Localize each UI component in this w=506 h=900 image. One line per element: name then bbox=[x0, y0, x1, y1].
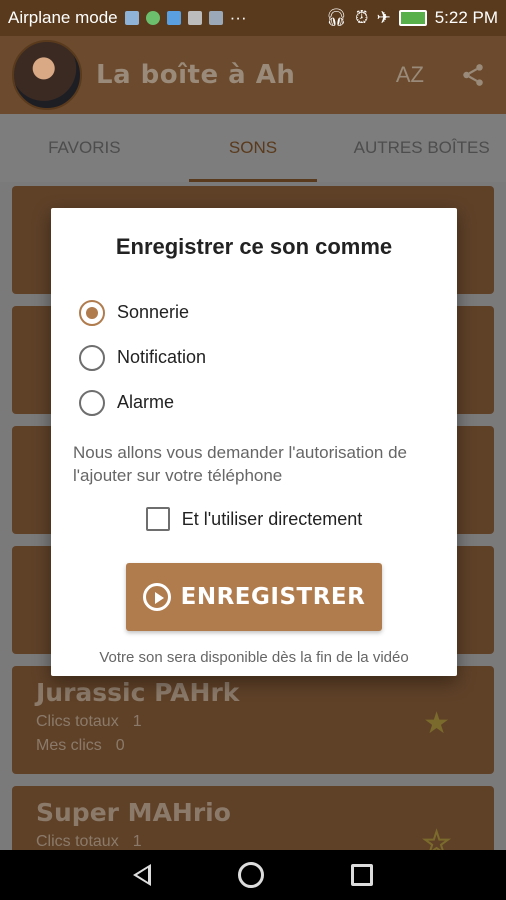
radio-option-sonnerie[interactable]: Sonnerie bbox=[73, 290, 435, 335]
avatar bbox=[12, 40, 82, 110]
battery-icon bbox=[398, 10, 427, 26]
use-directly-checkbox-row[interactable]: Et l'utiliser directement bbox=[73, 507, 435, 531]
back-icon[interactable] bbox=[133, 864, 152, 886]
tab-sons[interactable]: SONS bbox=[169, 114, 338, 182]
list-item[interactable]: Jurassic PAHrk Clics totaux 1 Mes clics … bbox=[12, 666, 494, 774]
image-icon bbox=[208, 11, 223, 25]
app-actions: AZ bbox=[396, 62, 494, 88]
radio-option-notification[interactable]: Notification bbox=[73, 335, 435, 380]
permission-info-text: Nous allons vous demander l'autorisation… bbox=[73, 443, 407, 485]
sound-title: Jurassic PAHrk bbox=[36, 678, 240, 707]
star-filled-icon[interactable]: ★ bbox=[423, 706, 450, 741]
usb-icon bbox=[166, 11, 181, 25]
radio-button[interactable] bbox=[79, 344, 105, 371]
recents-icon[interactable] bbox=[350, 864, 373, 886]
tab-bar: FAVORIS SONS AUTRES BOÎTES bbox=[0, 114, 506, 182]
total-clicks-value: 1 bbox=[132, 713, 142, 730]
checkbox-label: Et l'utiliser directement bbox=[181, 508, 363, 529]
sort-az-icon[interactable]: AZ bbox=[396, 62, 424, 88]
use-directly-checkbox[interactable] bbox=[145, 507, 170, 531]
my-clicks-label: Mes clics bbox=[36, 737, 102, 754]
share-icon[interactable] bbox=[460, 62, 486, 88]
radio-option-alarme[interactable]: Alarme bbox=[73, 380, 435, 425]
status-bar: Airplane mode ··· 🎧︎ ⏰︎ ✈︎ 5:22 PM bbox=[0, 0, 506, 36]
total-clicks-label: Clics totaux bbox=[36, 833, 119, 850]
availability-note: Votre son sera disponible dès la fin de … bbox=[99, 649, 409, 666]
time: 5:22 PM bbox=[434, 8, 498, 27]
airplane-mode-text: Airplane mode bbox=[8, 8, 118, 27]
total-clicks-label: Clics totaux bbox=[36, 713, 119, 730]
status-left: Airplane mode ··· bbox=[8, 8, 247, 28]
airplane-icon: ✈︎ bbox=[376, 8, 391, 27]
photo-icon bbox=[124, 11, 139, 25]
my-clicks-value: 0 bbox=[115, 737, 125, 754]
app-bar: La boîte à Ah AZ bbox=[0, 36, 506, 114]
save-button-label: ENREGISTRER bbox=[180, 584, 366, 610]
dialog-title: Enregistrer ce son comme bbox=[115, 234, 393, 259]
home-icon[interactable] bbox=[237, 862, 264, 888]
navigation-bar bbox=[0, 850, 506, 900]
download-icon bbox=[187, 11, 202, 25]
status-right: 🎧︎ ⏰︎ ✈︎ 5:22 PM bbox=[326, 8, 498, 28]
my-clicks: Mes clics 0 bbox=[36, 737, 470, 755]
radio-button[interactable] bbox=[79, 299, 105, 326]
save-sound-dialog: Enregistrer ce son comme Sonnerie Notifi… bbox=[51, 208, 457, 676]
total-clicks: Clics totaux 1 bbox=[36, 833, 470, 851]
total-clicks-value: 1 bbox=[132, 833, 142, 850]
total-clicks: Clics totaux 1 bbox=[36, 713, 470, 731]
play-icon bbox=[142, 583, 171, 611]
sound-title: Super MAHrio bbox=[36, 798, 231, 827]
tab-favoris[interactable]: FAVORIS bbox=[0, 114, 169, 182]
radio-label: Alarme bbox=[117, 392, 175, 412]
app-icon bbox=[145, 11, 160, 25]
radio-label: Notification bbox=[117, 347, 207, 367]
sound-type-radio-group: Sonnerie Notification Alarme bbox=[73, 290, 435, 425]
save-button[interactable]: ENREGISTRER bbox=[126, 563, 382, 631]
radio-label: Sonnerie bbox=[117, 302, 190, 322]
headphones-icon: 🎧︎ bbox=[325, 8, 348, 27]
radio-button[interactable] bbox=[79, 389, 105, 416]
app-title: La boîte à Ah bbox=[96, 60, 296, 90]
tab-autres-boites[interactable]: AUTRES BOÎTES bbox=[337, 114, 506, 182]
more-notifications: ··· bbox=[229, 8, 247, 27]
alarm-icon: ⏰︎ bbox=[355, 8, 369, 27]
